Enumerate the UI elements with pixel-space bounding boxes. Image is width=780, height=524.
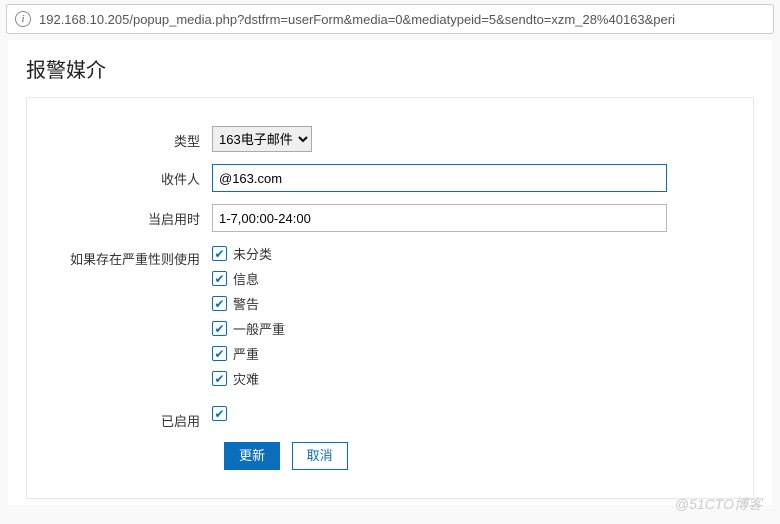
row-type: 类型 163电子邮件	[47, 126, 733, 152]
checkbox-icon[interactable]	[212, 296, 227, 311]
severity-label: 如果存在严重性则使用	[47, 244, 212, 268]
checkbox-icon[interactable]	[212, 246, 227, 261]
checkbox-icon[interactable]	[212, 346, 227, 361]
page-container: 报警媒介 类型 163电子邮件 收件人 当启用时 如果存在严重性则使用	[8, 40, 772, 505]
media-form: 类型 163电子邮件 收件人 当启用时 如果存在严重性则使用	[26, 97, 754, 499]
checkbox-icon[interactable]	[212, 406, 227, 421]
severity-item[interactable]: 未分类	[212, 244, 667, 263]
recipient-input[interactable]	[212, 164, 667, 192]
severity-item-label: 一般严重	[233, 319, 285, 338]
severity-item-label: 信息	[233, 269, 259, 288]
row-enabled: 已启用	[47, 406, 733, 430]
enabled-label: 已启用	[47, 406, 212, 430]
update-button[interactable]: 更新	[224, 442, 280, 470]
severity-item-label: 严重	[233, 344, 259, 363]
severity-item[interactable]: 一般严重	[212, 319, 667, 338]
type-label: 类型	[47, 126, 212, 150]
address-url: 192.168.10.205/popup_media.php?dstfrm=us…	[39, 12, 675, 27]
info-icon: i	[15, 11, 31, 27]
row-severity: 如果存在严重性则使用 未分类 信息 警告 一般严重	[47, 244, 733, 394]
severity-item-label: 未分类	[233, 244, 272, 263]
button-row: 更新 取消	[224, 442, 733, 470]
when-active-input[interactable]	[212, 204, 667, 232]
severity-item-label: 灾难	[233, 369, 259, 388]
address-bar[interactable]: i 192.168.10.205/popup_media.php?dstfrm=…	[6, 4, 774, 34]
enabled-item[interactable]	[212, 406, 667, 421]
row-recipient: 收件人	[47, 164, 733, 192]
severity-list: 未分类 信息 警告 一般严重 严重	[212, 244, 667, 394]
type-select[interactable]: 163电子邮件	[212, 126, 312, 152]
severity-item[interactable]: 严重	[212, 344, 667, 363]
cancel-button[interactable]: 取消	[292, 442, 348, 470]
severity-item[interactable]: 信息	[212, 269, 667, 288]
checkbox-icon[interactable]	[212, 371, 227, 386]
severity-item[interactable]: 灾难	[212, 369, 667, 388]
when-active-label: 当启用时	[47, 204, 212, 228]
recipient-label: 收件人	[47, 164, 212, 188]
checkbox-icon[interactable]	[212, 271, 227, 286]
row-when-active: 当启用时	[47, 204, 733, 232]
page-title: 报警媒介	[26, 54, 754, 83]
severity-item-label: 警告	[233, 294, 259, 313]
severity-item[interactable]: 警告	[212, 294, 667, 313]
watermark: @51CTO博客	[675, 494, 762, 514]
checkbox-icon[interactable]	[212, 321, 227, 336]
